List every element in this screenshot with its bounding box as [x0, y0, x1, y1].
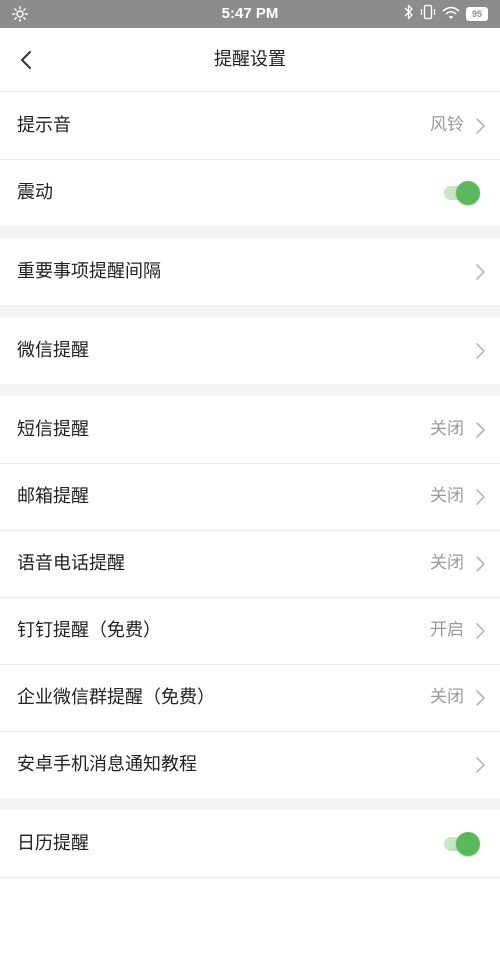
- chevron-right-icon: [476, 489, 485, 505]
- setting-row-voice-call[interactable]: 语音电话提醒 关闭: [0, 530, 500, 597]
- setting-row-important-interval[interactable]: 重要事项提醒间隔: [0, 238, 500, 305]
- setting-row-android-tutorial[interactable]: 安卓手机消息通知教程: [0, 731, 500, 798]
- setting-row-calendar: 日历提醒: [0, 810, 500, 877]
- setting-label: 安卓手机消息通知教程: [17, 754, 197, 775]
- divider: [0, 877, 500, 878]
- setting-value: 关闭: [430, 419, 464, 439]
- setting-label: 重要事项提醒间隔: [17, 261, 161, 282]
- setting-value: 关闭: [430, 486, 464, 506]
- toggle-knob: [456, 832, 480, 856]
- setting-row-vibration: 震动: [0, 159, 500, 226]
- setting-label: 邮箱提醒: [17, 486, 89, 507]
- setting-value: 风铃: [430, 115, 464, 135]
- section-gap: [0, 305, 500, 317]
- setting-row-wecom-group[interactable]: 企业微信群提醒（免费） 关闭: [0, 664, 500, 731]
- setting-label: 短信提醒: [17, 419, 89, 440]
- toggle-knob: [456, 181, 480, 205]
- vibration-toggle[interactable]: [442, 181, 480, 205]
- battery-icon: 95: [466, 7, 488, 21]
- setting-label: 日历提醒: [17, 833, 89, 854]
- page-title: 提醒设置: [214, 49, 286, 70]
- setting-value: 关闭: [430, 687, 464, 707]
- chevron-right-icon: [476, 264, 485, 280]
- vibrate-icon: [420, 4, 436, 24]
- setting-label: 企业微信群提醒（免费）: [17, 687, 215, 708]
- status-bar: 5:47 PM 95: [0, 0, 500, 28]
- setting-row-sound[interactable]: 提示音 风铃: [0, 92, 500, 159]
- chevron-right-icon: [476, 343, 485, 359]
- chevron-right-icon: [476, 422, 485, 438]
- setting-value: 开启: [430, 620, 464, 640]
- setting-label: 提示音: [17, 115, 71, 136]
- setting-label: 震动: [17, 182, 53, 203]
- settings-group-sound: 提示音 风铃 震动: [0, 92, 500, 226]
- chevron-right-icon: [476, 556, 485, 572]
- section-gap: [0, 226, 500, 238]
- nav-bar: 提醒设置: [0, 28, 500, 92]
- settings-group-channels: 短信提醒 关闭 邮箱提醒 关闭 语音电话提醒 关闭 钉钉提醒（免费） 开启 企业…: [0, 396, 500, 798]
- setting-row-email[interactable]: 邮箱提醒 关闭: [0, 463, 500, 530]
- bluetooth-icon: [404, 4, 414, 24]
- setting-label: 语音电话提醒: [17, 553, 125, 574]
- setting-label: 微信提醒: [17, 340, 89, 361]
- settings-group-interval: 重要事项提醒间隔: [0, 238, 500, 305]
- chevron-right-icon: [476, 757, 485, 773]
- setting-row-dingtalk[interactable]: 钉钉提醒（免费） 开启: [0, 597, 500, 664]
- settings-group-calendar: 日历提醒: [0, 810, 500, 878]
- chevron-right-icon: [476, 690, 485, 706]
- section-gap: [0, 798, 500, 810]
- wifi-icon: [442, 5, 460, 24]
- setting-value: 关闭: [430, 553, 464, 573]
- settings-group-wechat: 微信提醒: [0, 317, 500, 384]
- setting-row-sms[interactable]: 短信提醒 关闭: [0, 396, 500, 463]
- settings-list: 提示音 风铃 震动 重要事项提醒间隔 微信提醒 短信提醒 关闭 邮箱提醒 关闭 …: [0, 92, 500, 878]
- chevron-right-icon: [476, 623, 485, 639]
- status-icons: 95: [404, 4, 488, 24]
- setting-row-wechat[interactable]: 微信提醒: [0, 317, 500, 384]
- chevron-right-icon: [476, 118, 485, 134]
- calendar-toggle[interactable]: [442, 832, 480, 856]
- section-gap: [0, 384, 500, 396]
- setting-label: 钉钉提醒（免费）: [17, 620, 161, 641]
